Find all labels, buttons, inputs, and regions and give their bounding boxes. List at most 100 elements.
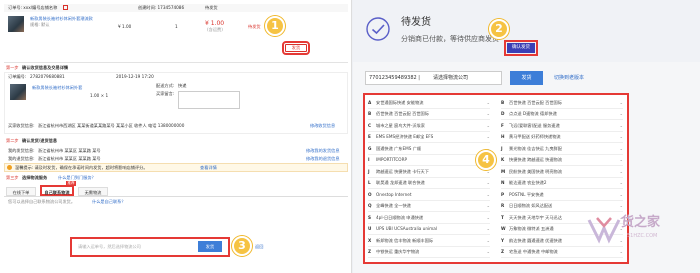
carrier-row[interactable]: S 4pl-日日顺物流 申通快递 ⌄	[368, 212, 490, 224]
notice-link[interactable]: 查看详情	[200, 165, 217, 171]
chevron-down-icon[interactable]: ⌄	[482, 223, 490, 235]
carrier-letter: E	[368, 134, 371, 139]
chevron-down-icon[interactable]: ⌄	[482, 200, 490, 212]
carrier-names: 景光物流 佳吉快运 九曳鲜配	[509, 145, 562, 151]
chevron-down-icon[interactable]: ⌄	[615, 246, 623, 258]
carrier-names: 黄马甲配送 好药师快递物流	[509, 134, 561, 139]
carrier-row[interactable]: N 能达速递 农业快递2 ⌄	[501, 177, 623, 189]
carrier-names: Onestop Internet	[376, 191, 412, 197]
edit-ship-from-link[interactable]: 修改我的发货信息	[306, 148, 340, 154]
edit-return-link[interactable]: 修改我的退货信息	[306, 156, 340, 162]
chevron-down-icon[interactable]: ⌄	[482, 212, 490, 224]
chevron-down-icon[interactable]: ⌄	[615, 97, 623, 109]
chevron-down-icon[interactable]: ⌄	[482, 108, 490, 120]
carrier-row[interactable]: B 百世快递 百世云配 百世国际 ⌄	[501, 97, 623, 109]
chevron-down-icon[interactable]: ⌄	[482, 131, 490, 143]
carrier-row[interactable]: A 安世通国际快递 安能物流 ⌄	[368, 97, 490, 109]
carrier-row[interactable]: K 快捷快递 跨越速运 快速物流 ⌄	[501, 154, 623, 166]
carrier-row[interactable]: Q 全峰快递 全一快递 ⌄	[368, 200, 490, 212]
carrier-row[interactable]: R 日日顺物流 如风达配送 ⌄	[501, 200, 623, 212]
recommend-badge: 推荐	[66, 181, 76, 186]
carrier-names: 民航快递 美国快递 明亮物流	[509, 168, 562, 174]
carrier-letter: Q	[368, 203, 372, 208]
item-title[interactable]: 新款男装长袖衬衫休闲外套	[32, 85, 82, 91]
carrier-row[interactable]: J 跨越速运 快捷快递 卡行天下 ⌄	[368, 166, 490, 178]
carrier-row[interactable]: H 黄马甲配送 好药师快递物流 ⌄	[501, 131, 623, 143]
carrier-letter: O	[368, 191, 372, 197]
watermark-url: 51HZC.COM	[627, 233, 658, 239]
chevron-down-icon[interactable]: ⌄	[615, 154, 623, 166]
tracking-input[interactable]: 请输入运单号，然后选择物流公司	[78, 244, 141, 250]
tab-self-contact[interactable]: 自己联系物流	[40, 185, 74, 196]
order-detail-panel: 订单号: xxx/编号店铺名称 创建时间: 1734574086 待发货 新款男…	[0, 0, 352, 273]
order-status: 待发货	[205, 5, 218, 10]
step3-help-link[interactable]: 什么是门到门服务？	[58, 175, 96, 181]
step1-title: 确认收货信息及交易详情	[22, 65, 69, 70]
shop-tag-icon	[63, 5, 68, 10]
carrier-row[interactable]: L 联昊通 龙邦速递 联合快递 ⌄	[368, 177, 490, 189]
product-total-sub: (含运费)	[207, 27, 223, 32]
carrier-row[interactable]: F 飞远(爱联客)配送 服务速递 ⌄	[501, 120, 623, 132]
ship-button[interactable]: 发货	[510, 71, 543, 85]
carrier-letter: U	[368, 226, 372, 231]
carrier-letter: B	[368, 111, 372, 116]
faq-link[interactable]: 什么是自己联系？	[92, 199, 126, 205]
ship-button-small[interactable]: 发货	[282, 41, 310, 55]
confirm-ship-button[interactable]: 发货	[198, 241, 222, 252]
carrier-row[interactable]: IIMPORTITCORP⌄	[368, 155, 490, 166]
chevron-down-icon[interactable]: ⌄	[482, 177, 490, 189]
chevron-down-icon[interactable]: ⌄	[615, 108, 623, 120]
carrier-row[interactable]: C 城市之星 宸鸟大件-沃埃家 ⌄	[368, 120, 490, 132]
chevron-down-icon[interactable]: ⌄	[615, 131, 623, 143]
carrier-row[interactable]: U UPS UBI UCSAustralia unimal ⌄	[368, 223, 490, 235]
carrier-names: 能达速递 农业快递2	[509, 180, 547, 185]
chevron-down-icon[interactable]: ⌄	[615, 166, 623, 178]
chevron-down-icon[interactable]: ⌄	[482, 97, 490, 109]
chevron-down-icon[interactable]: ⌄	[482, 235, 490, 247]
carrier-row[interactable]: Z 中铁快运 重庆华宇物流 ⌄	[368, 246, 490, 258]
chevron-down-icon[interactable]: ⌄	[615, 120, 623, 132]
ship-from-label: 我的发货信息:	[8, 148, 35, 153]
return-val: 浙江省杭州市 某某区 某某路 某号	[38, 156, 101, 161]
carrier-row[interactable]: M 民航快递 美国快递 明亮物流 ⌄	[501, 166, 623, 178]
carrier-names: 4pl-日日顺物流 申通快递	[376, 214, 424, 220]
product-title[interactable]: 新款男装长袖衬衫休闲外套潮流款	[30, 16, 93, 22]
carrier-row[interactable]: X 新邦物流 信丰物流 新顺丰国际 ⌄	[368, 235, 490, 247]
confirm-ship-button-top[interactable]: 确认发货	[504, 40, 538, 56]
carrier-names: 安世通国际快递 安能物流	[376, 99, 424, 105]
step-badge-1: 1	[265, 16, 285, 36]
note-field[interactable]	[178, 91, 240, 109]
carrier-row[interactable]: O Onestop Internet ⌄	[368, 189, 490, 201]
chevron-down-icon[interactable]: ⌄	[482, 189, 490, 201]
carrier-row[interactable]: Z 宅急送 中通快递 中邮物流 ⌄	[501, 246, 623, 258]
carrier-row[interactable]: G 国通快递 广东EMS 广顺 ⌄	[368, 143, 490, 155]
carrier-row[interactable]: B 佰世快递 百世云配 百世国际 ⌄	[368, 108, 490, 120]
carrier-letter: X	[368, 237, 372, 243]
carrier-letter: D	[501, 111, 505, 116]
carrier-row[interactable]: J 景光物流 佳吉快运 九曳鲜配 ⌄	[501, 143, 623, 155]
carrier-names: 新邦物流 信丰物流 新顺丰国际	[376, 237, 434, 243]
chevron-down-icon[interactable]: ⌄	[482, 120, 490, 132]
tab-online-order[interactable]: 在线下单	[6, 187, 36, 196]
carrier-letter: L	[368, 180, 371, 185]
edit-addr-link[interactable]: 修改收货信息	[310, 123, 335, 129]
carrier-row[interactable]: D 点点送 D速物流 德邦快递 ⌄	[501, 108, 623, 120]
chevron-down-icon[interactable]: ⌄	[615, 143, 623, 155]
chevron-down-icon[interactable]: ⌄	[615, 189, 623, 201]
chevron-down-icon[interactable]: ⌄	[615, 177, 623, 189]
chevron-down-icon[interactable]: ⌄	[482, 246, 490, 258]
product-thumbnail[interactable]	[8, 16, 24, 32]
carrier-names: 全峰快递 全一快递	[376, 203, 411, 208]
carrier-row[interactable]: E EMS EMS经济快递 E邮宝 EFS ⌄	[368, 131, 490, 143]
switch-version-link[interactable]: 切换到老版本	[554, 75, 584, 82]
logistics-hint: 您可以选择自己联系物流公司发货。	[8, 199, 76, 204]
carrier-letter: F	[501, 122, 504, 128]
carrier-names: 跨越速运 快捷快递 卡行天下	[376, 168, 429, 174]
carrier-select[interactable]: 请选择物流公司	[433, 75, 468, 82]
delivery-label: 配送方式:	[156, 83, 175, 88]
back-link[interactable]: 返回	[255, 244, 263, 250]
chevron-down-icon[interactable]: ⌄	[615, 200, 623, 212]
carrier-row[interactable]: P POSTNL 平安快递 ⌄	[501, 189, 623, 201]
tab-no-logistics[interactable]: 无需物流	[78, 187, 108, 196]
carrier-names: 国通快递 广东EMS 广顺	[376, 145, 422, 151]
